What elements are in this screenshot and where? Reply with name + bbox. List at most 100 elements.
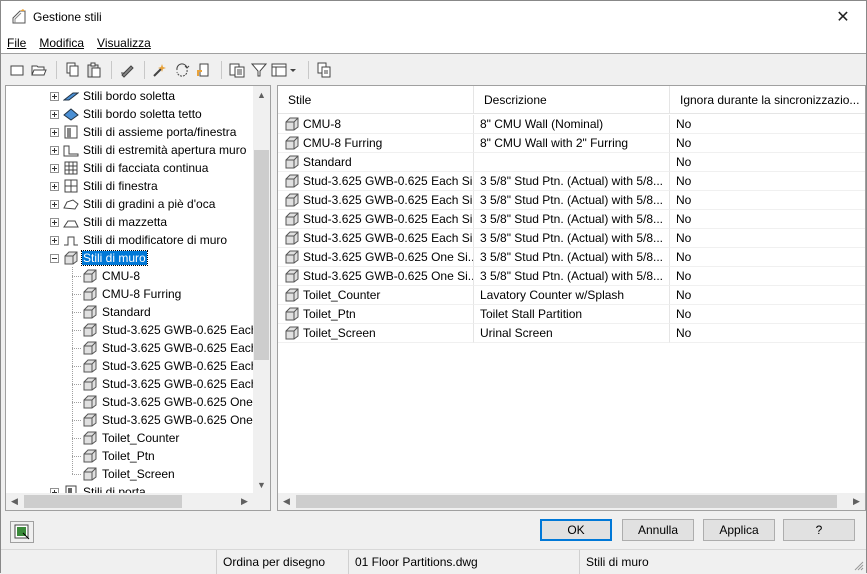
- cell-stile: Stud-3.625 GWB-0.625 Each Si...: [278, 210, 474, 229]
- style-tree-panel[interactable]: Stili bordo soletta Stili bordo soletta t…: [5, 85, 271, 511]
- expand-icon[interactable]: [50, 109, 59, 119]
- tree-category[interactable]: Stili bordo soletta: [50, 87, 176, 105]
- new-style-icon[interactable]: [7, 60, 27, 80]
- ok-button[interactable]: OK: [540, 519, 612, 541]
- tree-category[interactable]: Stili di gradini a piè d'oca: [50, 195, 216, 213]
- cell-ignora[interactable]: No: [670, 229, 865, 248]
- expand-icon[interactable]: [50, 91, 59, 101]
- tree-style-item[interactable]: Toilet_Screen: [82, 465, 176, 483]
- expand-icon[interactable]: [50, 181, 59, 191]
- table-row[interactable]: Stud-3.625 GWB-0.625 Each Si... 3 5/8" St…: [278, 229, 865, 248]
- scroll-right-icon[interactable]: ▶: [848, 493, 865, 510]
- column-header-stile[interactable]: Stile: [278, 86, 474, 114]
- tree-item-label: CMU-8 Furring: [102, 287, 182, 301]
- display-properties-icon[interactable]: [10, 521, 34, 543]
- list-horizontal-scrollbar[interactable]: ◀ ▶: [278, 493, 865, 510]
- cell-ignora[interactable]: No: [670, 248, 865, 267]
- tree-category[interactable]: Stili di mazzetta: [50, 213, 168, 231]
- tree-style-item[interactable]: Toilet_Ptn: [82, 447, 156, 465]
- open-drawing-icon[interactable]: [29, 60, 49, 80]
- table-row[interactable]: Stud-3.625 GWB-0.625 Each Si... 3 5/8" St…: [278, 172, 865, 191]
- tree-category[interactable]: Stili bordo soletta tetto: [50, 105, 203, 123]
- cell-ignora[interactable]: No: [670, 324, 865, 343]
- scroll-down-icon[interactable]: ▼: [253, 476, 270, 493]
- tree-item-label: Toilet_Counter: [102, 431, 180, 445]
- menu-file[interactable]: File: [1, 36, 33, 50]
- collapse-icon[interactable]: [50, 253, 59, 263]
- tree-category[interactable]: Stili di estremità apertura muro: [50, 141, 247, 159]
- tree-style-item[interactable]: CMU-8 Furring: [82, 285, 182, 303]
- tree-vertical-scrollbar[interactable]: ▲ ▼: [253, 86, 270, 493]
- copy-icon[interactable]: [62, 60, 82, 80]
- close-button[interactable]: ✕: [820, 1, 866, 33]
- tree-category[interactable]: Stili di facciata continua: [50, 159, 209, 177]
- tree-style-item[interactable]: Standard: [82, 303, 152, 321]
- tree-style-item[interactable]: CMU-8: [82, 267, 141, 285]
- expand-icon[interactable]: [50, 145, 59, 155]
- toggle-view-icon[interactable]: [271, 60, 301, 80]
- column-header-descrizione[interactable]: Descrizione: [474, 86, 670, 114]
- table-row[interactable]: Toilet_Screen Urinal Screen No: [278, 324, 865, 343]
- import-icon[interactable]: [194, 60, 214, 80]
- tree-style-item[interactable]: Stud-3.625 GWB-0.625 Each: [82, 375, 258, 393]
- table-row[interactable]: Toilet_Counter Lavatory Counter w/Splash N…: [278, 286, 865, 305]
- scroll-right-icon[interactable]: ▶: [236, 493, 253, 510]
- scroll-up-icon[interactable]: ▲: [253, 86, 270, 103]
- tree-category[interactable]: Stili di finestra: [50, 177, 159, 195]
- tree-vertical-scroll-thumb[interactable]: [254, 150, 269, 360]
- table-row[interactable]: Stud-3.625 GWB-0.625 One Si... 3 5/8" Stu…: [278, 267, 865, 286]
- table-row[interactable]: Toilet_Ptn Toilet Stall Partition No: [278, 305, 865, 324]
- expand-icon[interactable]: [50, 235, 59, 245]
- table-row[interactable]: Standard No: [278, 153, 865, 172]
- cell-ignora[interactable]: No: [670, 153, 865, 172]
- cell-stile-text: Stud-3.625 GWB-0.625 Each Si...: [303, 193, 474, 207]
- tree-category[interactable]: Stili di modificatore di muro: [50, 231, 228, 249]
- scroll-left-icon[interactable]: ◀: [6, 493, 23, 510]
- paste-icon[interactable]: [84, 60, 104, 80]
- cell-ignora[interactable]: No: [670, 191, 865, 210]
- edit-style-icon[interactable]: [117, 60, 137, 80]
- scroll-left-icon[interactable]: ◀: [278, 493, 295, 510]
- tree-style-item[interactable]: Stud-3.625 GWB-0.625 Each: [82, 357, 258, 375]
- sync-icon[interactable]: [172, 60, 192, 80]
- roof-slab-edge-icon: [63, 106, 79, 122]
- table-row[interactable]: Stud-3.625 GWB-0.625 Each Si... 3 5/8" St…: [278, 191, 865, 210]
- table-row[interactable]: CMU-8 8" CMU Wall (Nominal) No: [278, 115, 865, 134]
- expand-icon[interactable]: [50, 127, 59, 137]
- expand-icon[interactable]: [50, 199, 59, 209]
- list-horizontal-scroll-thumb[interactable]: [296, 495, 837, 508]
- applica-button[interactable]: Applica: [703, 519, 775, 541]
- cell-ignora[interactable]: No: [670, 267, 865, 286]
- annulla-button[interactable]: Annulla: [622, 519, 694, 541]
- menu-modifica[interactable]: Modifica: [33, 36, 91, 50]
- cell-ignora[interactable]: No: [670, 172, 865, 191]
- expand-icon[interactable]: [50, 163, 59, 173]
- cell-ignora[interactable]: No: [670, 305, 865, 324]
- cell-ignora[interactable]: No: [670, 134, 865, 153]
- tree-category[interactable]: Stili di assieme porta/finestra: [50, 123, 237, 141]
- tree-style-item[interactable]: Toilet_Counter: [82, 429, 180, 447]
- tree-style-item[interactable]: Stud-3.625 GWB-0.625 Each: [82, 321, 258, 339]
- cell-ignora[interactable]: No: [670, 210, 865, 229]
- tree-category[interactable]: Stili di muro: [50, 249, 148, 267]
- tree-style-item[interactable]: Stud-3.625 GWB-0.625 One S: [82, 393, 265, 411]
- cell-ignora[interactable]: No: [670, 115, 865, 134]
- filter-view-icon[interactable]: [227, 60, 247, 80]
- tree-horizontal-scrollbar[interactable]: ◀ ▶: [6, 493, 270, 510]
- column-header-ignora[interactable]: Ignora durante la sincronizzazio...: [670, 86, 865, 114]
- menu-visualizza[interactable]: Visualizza: [91, 36, 158, 50]
- expand-icon[interactable]: [50, 217, 59, 227]
- table-row[interactable]: Stud-3.625 GWB-0.625 Each Si... 3 5/8" St…: [278, 210, 865, 229]
- resize-grip-icon[interactable]: [854, 561, 864, 571]
- table-row[interactable]: CMU-8 Furring 8" CMU Wall with 2" Furring…: [278, 134, 865, 153]
- purge-icon[interactable]: [150, 60, 170, 80]
- compare-icon[interactable]: [314, 60, 334, 80]
- filter-icon[interactable]: [249, 60, 269, 80]
- help-button[interactable]: ?: [783, 519, 855, 541]
- tree-horizontal-scroll-thumb[interactable]: [24, 495, 182, 508]
- cell-descrizione: Urinal Screen: [474, 324, 670, 343]
- tree-style-item[interactable]: Stud-3.625 GWB-0.625 One S: [82, 411, 265, 429]
- table-row[interactable]: Stud-3.625 GWB-0.625 One Si... 3 5/8" Stu…: [278, 248, 865, 267]
- tree-style-item[interactable]: Stud-3.625 GWB-0.625 Each: [82, 339, 258, 357]
- cell-ignora[interactable]: No: [670, 286, 865, 305]
